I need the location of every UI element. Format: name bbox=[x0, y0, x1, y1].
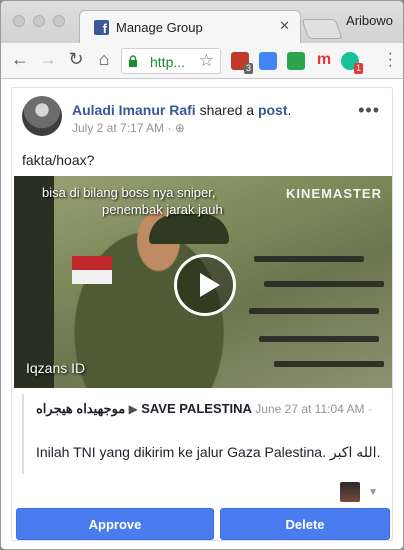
globe-icon: · ⊕ bbox=[167, 121, 185, 135]
grammarly-icon[interactable]: 1 bbox=[341, 52, 363, 74]
shared-group[interactable]: SAVE PALESTINA bbox=[141, 401, 252, 416]
facebook-icon: f bbox=[94, 20, 109, 35]
bookmark-star-icon[interactable]: ☆ bbox=[199, 51, 214, 71]
ublock-icon[interactable]: 3 bbox=[231, 52, 253, 74]
download-icon[interactable] bbox=[287, 52, 305, 70]
approve-button[interactable]: Approve bbox=[16, 508, 214, 540]
page-content: Auladi Imanur Rafi shared a post. July 2… bbox=[1, 79, 403, 549]
tab-title: Manage Group bbox=[116, 20, 203, 35]
close-window-button[interactable] bbox=[13, 15, 25, 27]
google-translate-icon[interactable] bbox=[259, 52, 277, 70]
post-header: Auladi Imanur Rafi shared a post. bbox=[72, 102, 292, 118]
caret-down-icon[interactable]: ▼ bbox=[368, 487, 378, 498]
video-brand: KINEMASTER bbox=[286, 186, 382, 201]
address-bar[interactable]: http... ☆ bbox=[121, 48, 221, 74]
play-icon bbox=[200, 273, 220, 297]
shared-timestamp[interactable]: June 27 at 11:04 AM bbox=[255, 402, 364, 416]
zoom-window-button[interactable] bbox=[53, 15, 65, 27]
reload-icon[interactable]: ↻ bbox=[65, 49, 87, 70]
new-tab-button[interactable] bbox=[301, 19, 343, 39]
author-name[interactable]: Auladi Imanur Rafi bbox=[72, 102, 196, 118]
minimize-window-button[interactable] bbox=[33, 15, 45, 27]
browser-toolbar: ← → ↻ ⌂ http... ☆ 3 m 1 · · · bbox=[1, 43, 403, 79]
post-card: Auladi Imanur Rafi shared a post. July 2… bbox=[11, 87, 393, 541]
video-watermark: Iqzans ID bbox=[26, 360, 86, 376]
shared-post: موجهيداه هيجراه ▶ SAVE PALESTINA June 27… bbox=[22, 394, 384, 474]
globe-icon: · bbox=[367, 402, 372, 416]
arrow-right-icon: ▶ bbox=[128, 402, 138, 416]
tab-manage-group[interactable]: f Manage Group ✕ bbox=[79, 10, 301, 43]
tab-close-icon[interactable]: ✕ bbox=[279, 18, 290, 34]
home-icon[interactable]: ⌂ bbox=[93, 49, 115, 70]
seen-by[interactable]: ▼ bbox=[340, 482, 380, 504]
post-meta: July 2 at 7:17 AM · ⊕ bbox=[72, 121, 185, 135]
shared-object-link[interactable]: post bbox=[258, 102, 288, 118]
url-text: http... bbox=[150, 54, 186, 70]
shared-author[interactable]: موجهيداه هيجراه bbox=[36, 401, 125, 416]
chrome-menu-icon[interactable]: · · · bbox=[388, 46, 393, 74]
avatar[interactable] bbox=[22, 96, 62, 136]
m-extension-icon[interactable]: m bbox=[315, 52, 333, 70]
shared-post-text: Inilah TNI yang dikirim ke jalur Gaza Pa… bbox=[36, 444, 381, 460]
video-overlay-text: bisa di bilang boss nya sniper, penembak… bbox=[42, 185, 223, 217]
forward-icon[interactable]: → bbox=[37, 49, 59, 70]
play-button[interactable] bbox=[174, 254, 236, 316]
flag-patch-icon bbox=[72, 256, 112, 284]
title-bar: f Manage Group ✕ Aribowo bbox=[1, 1, 403, 43]
video-player[interactable]: bisa di bilang boss nya sniper, penembak… bbox=[14, 176, 392, 388]
shared-verb: shared a bbox=[199, 102, 255, 118]
profile-name[interactable]: Aribowo bbox=[346, 13, 393, 28]
lock-icon bbox=[129, 55, 137, 67]
post-text: fakta/hoax? bbox=[22, 152, 95, 168]
post-options-icon[interactable]: ••• bbox=[358, 100, 380, 121]
video-rifles bbox=[244, 236, 392, 376]
seen-avatar bbox=[340, 482, 360, 502]
post-timestamp[interactable]: July 2 at 7:17 AM bbox=[72, 121, 164, 135]
browser-window: f Manage Group ✕ Aribowo ← → ↻ ⌂ http...… bbox=[0, 0, 404, 550]
back-icon[interactable]: ← bbox=[9, 49, 31, 70]
shared-post-header: موجهيداه هيجراه ▶ SAVE PALESTINA June 27… bbox=[36, 401, 372, 417]
delete-button[interactable]: Delete bbox=[220, 508, 390, 540]
